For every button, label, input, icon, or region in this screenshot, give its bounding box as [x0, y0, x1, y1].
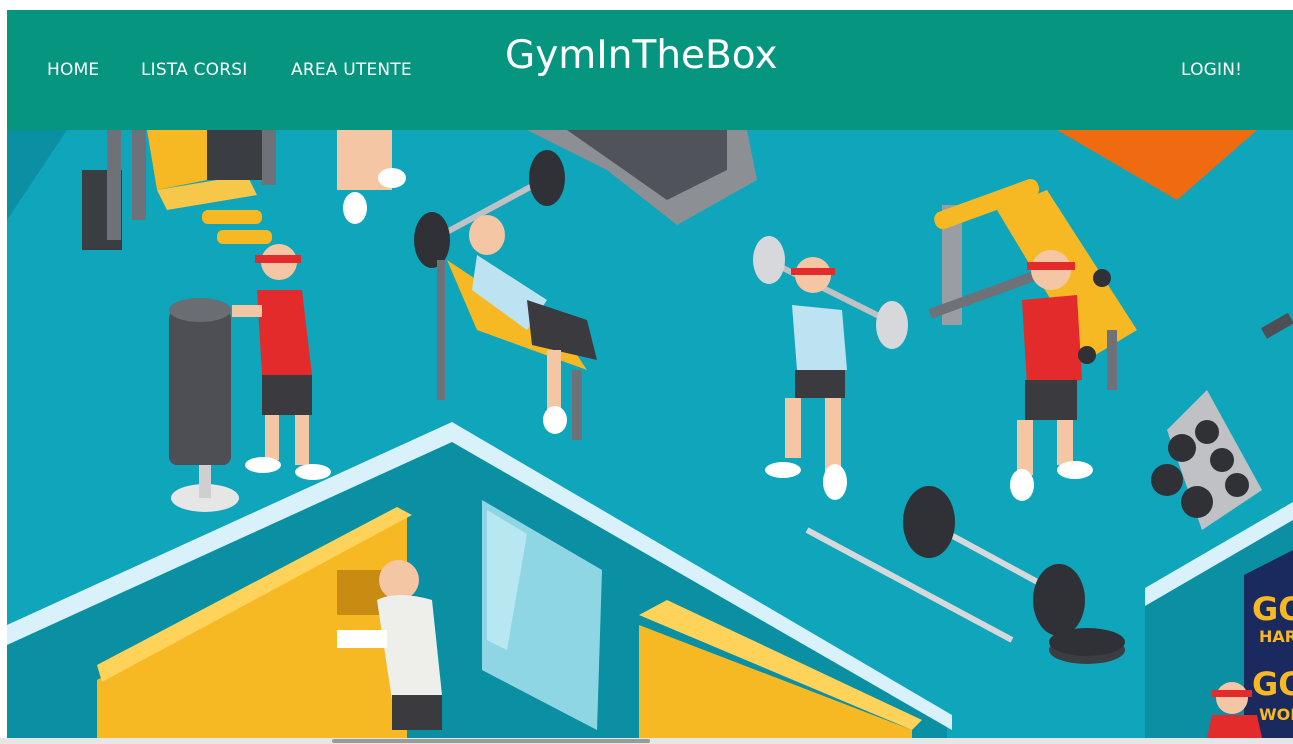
nav-course-list-link[interactable]: LISTA CORSI: [141, 60, 247, 80]
login-link[interactable]: LOGIN!: [1181, 60, 1242, 80]
gym-hero-illustration: GO HARD GO WORK: [7, 130, 1293, 738]
nav-home-link[interactable]: HOME: [47, 60, 99, 80]
horizontal-scrollbar[interactable]: [0, 738, 1293, 744]
motivational-poster: GO HARD GO WORK: [1244, 550, 1293, 738]
scrollbar-thumb[interactable]: [332, 739, 650, 743]
poster-text-3: GO: [1252, 665, 1293, 703]
site-brand-title[interactable]: GymInTheBox: [505, 33, 778, 78]
poster-text-2: HARD: [1259, 627, 1293, 646]
navbar: HOME LISTA CORSI AREA UTENTE GymInTheBox…: [7, 10, 1293, 130]
poster-text-1: GO: [1252, 590, 1293, 628]
poster-text-4: WORK: [1259, 705, 1293, 724]
nav-user-area-link[interactable]: AREA UTENTE: [291, 60, 412, 80]
page-frame: HOME LISTA CORSI AREA UTENTE GymInTheBox…: [7, 10, 1293, 738]
